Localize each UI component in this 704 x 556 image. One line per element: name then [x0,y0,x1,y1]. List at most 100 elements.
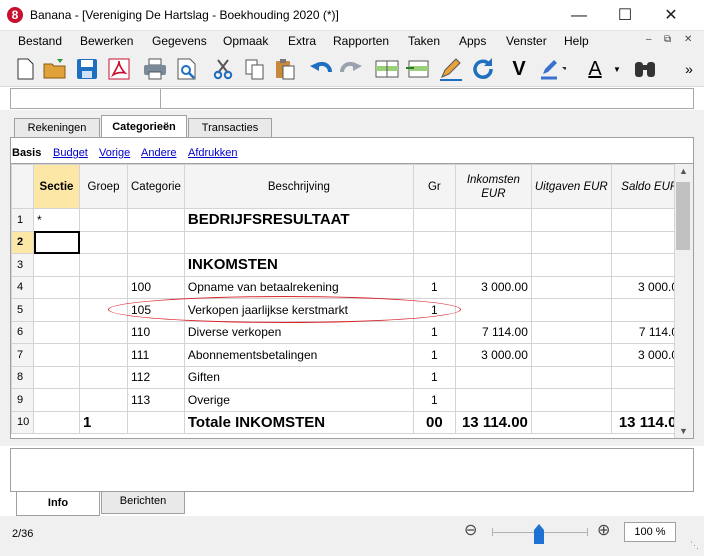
cell-uit[interactable] [530,320,612,344]
cell-sectie[interactable]: * [33,208,80,232]
table-row[interactable]: 10 1 Totale INKOMSTEN 00 13 114.00 13 114.00 [11,410,689,434]
menu-apps[interactable]: Apps [459,34,486,48]
menu-gegevens[interactable]: Gegevens [152,34,207,48]
row-number[interactable]: 7 [11,343,34,367]
menu-bewerken[interactable]: Bewerken [80,34,133,48]
cell-groep[interactable] [79,388,128,412]
row-number[interactable]: 3 [11,253,34,277]
cell-gr[interactable]: 1 [412,275,456,299]
col-header-beschrijving[interactable]: Beschrijving [183,164,414,209]
cut-icon[interactable] [210,56,236,82]
cell-desc[interactable]: Abonnementsbetalingen [183,343,414,367]
table-row[interactable]: 7 111 Abonnementsbetalingen 1 3 000.00 3 000.… [11,343,689,367]
recheck-icon[interactable] [470,56,496,82]
cell-ink[interactable]: 3 000.00 [454,275,532,299]
cell-ink[interactable]: 3 000.00 [454,343,532,367]
col-header-categorie[interactable]: Categorie [127,164,185,209]
cell-gr[interactable]: 1 [412,388,456,412]
cell-sectie[interactable] [33,410,80,434]
row-number[interactable]: 2 [11,230,34,254]
minimize-button[interactable]: — [556,0,602,31]
cell-sectie[interactable] [33,298,80,322]
cell-uit[interactable] [530,275,612,299]
scrollbar-thumb[interactable] [676,182,690,250]
cell-desc[interactable]: Diverse verkopen [183,320,414,344]
cell-gr[interactable] [412,253,456,277]
new-file-icon[interactable] [12,56,38,82]
add-rows-icon[interactable] [374,56,400,82]
row-number[interactable]: 5 [11,298,34,322]
table-row[interactable]: 1 * BEDRIJFSRESULTAAT [11,208,689,232]
paste-icon[interactable] [272,56,298,82]
row-number[interactable]: 1 [11,208,34,232]
table-row[interactable]: 8 112 Giften 1 [11,365,689,389]
toolbar-more-icon[interactable]: » [676,56,702,82]
cell-groep[interactable]: 1 [79,410,128,434]
highlight-icon[interactable] [540,56,566,82]
col-header-groep[interactable]: Groep [79,164,128,209]
col-header-gr[interactable]: Gr [412,164,456,209]
cell-sectie[interactable] [33,320,80,344]
cell-ink[interactable] [454,208,532,232]
view-vorige[interactable]: Vorige [99,147,130,159]
table-row[interactable]: 6 110 Diverse verkopen 1 7 114.00 7 114.00 [11,320,689,344]
scroll-down-icon[interactable]: ▼ [679,426,688,436]
col-header-uitgaven[interactable]: Uitgaven EUR [530,164,612,209]
cell-desc[interactable]: Totale INKOMSTEN [183,410,414,434]
cell-gr[interactable]: 1 [412,365,456,389]
font-color-dropdown-icon[interactable]: ▼ [604,56,630,82]
cell-uit[interactable] [530,365,612,389]
cell-gr[interactable]: 1 [412,320,456,344]
cell-uit[interactable] [530,230,612,254]
cell-desc[interactable]: BEDRIJFSRESULTAAT [183,208,414,232]
table-row[interactable]: 4 100 Opname van betaalrekening 1 3 000.00 3 … [11,275,689,299]
cell-groep[interactable] [79,275,128,299]
row-number[interactable]: 6 [11,320,34,344]
col-header-inkomsten[interactable]: Inkomsten EUR [454,164,532,209]
cell-gr[interactable]: 1 [412,343,456,367]
menu-venster[interactable]: Venster [506,34,547,48]
cell-ink[interactable] [454,298,532,322]
redo-icon[interactable] [338,56,364,82]
cell-uit[interactable] [530,298,612,322]
view-budget[interactable]: Budget [53,147,88,159]
menu-taken[interactable]: Taken [408,34,440,48]
col-header-sectie[interactable]: Sectie [33,164,80,209]
menu-rapporten[interactable]: Rapporten [333,34,389,48]
row-number[interactable]: 10 [11,410,34,434]
row-number[interactable]: 8 [11,365,34,389]
tab-berichten[interactable]: Berichten [101,492,185,514]
cell-sectie[interactable] [33,365,80,389]
tab-transacties[interactable]: Transacties [188,118,272,137]
find-icon[interactable] [632,56,658,82]
mdi-close-icon[interactable]: ✕ [684,34,692,45]
cell-sectie[interactable] [33,388,80,412]
cell-uit[interactable] [530,343,612,367]
cell-uit[interactable] [530,410,612,434]
zoom-out-icon[interactable]: ⊖ [464,520,477,540]
cell-ink[interactable] [454,365,532,389]
menu-extra[interactable]: Extra [288,34,316,48]
cell-uit[interactable] [530,208,612,232]
cell-desc[interactable] [183,230,414,254]
cell-gr[interactable] [412,208,456,232]
menu-opmaak[interactable]: Opmaak [223,34,268,48]
cell-groep[interactable] [79,253,128,277]
zoom-level[interactable]: 100 % [624,522,676,542]
cell-cat[interactable]: 112 [127,365,185,389]
cell-gr[interactable]: 00 [412,410,456,434]
cell-sectie[interactable] [33,343,80,367]
cell-desc[interactable]: Giften [183,365,414,389]
cell-groep[interactable] [79,320,128,344]
row-number[interactable]: 4 [11,275,34,299]
cell-cat[interactable]: 113 [127,388,185,412]
cell-ink[interactable]: 13 114.00 [454,410,532,434]
cell-cat[interactable] [127,230,185,254]
cell-gr[interactable] [412,230,456,254]
close-button[interactable]: ✕ [648,0,694,31]
maximize-button[interactable]: ☐ [602,0,648,31]
cell-ink[interactable] [454,253,532,277]
cell-uit[interactable] [530,388,612,412]
cell-cat[interactable] [127,208,185,232]
print-preview-icon[interactable] [174,56,200,82]
